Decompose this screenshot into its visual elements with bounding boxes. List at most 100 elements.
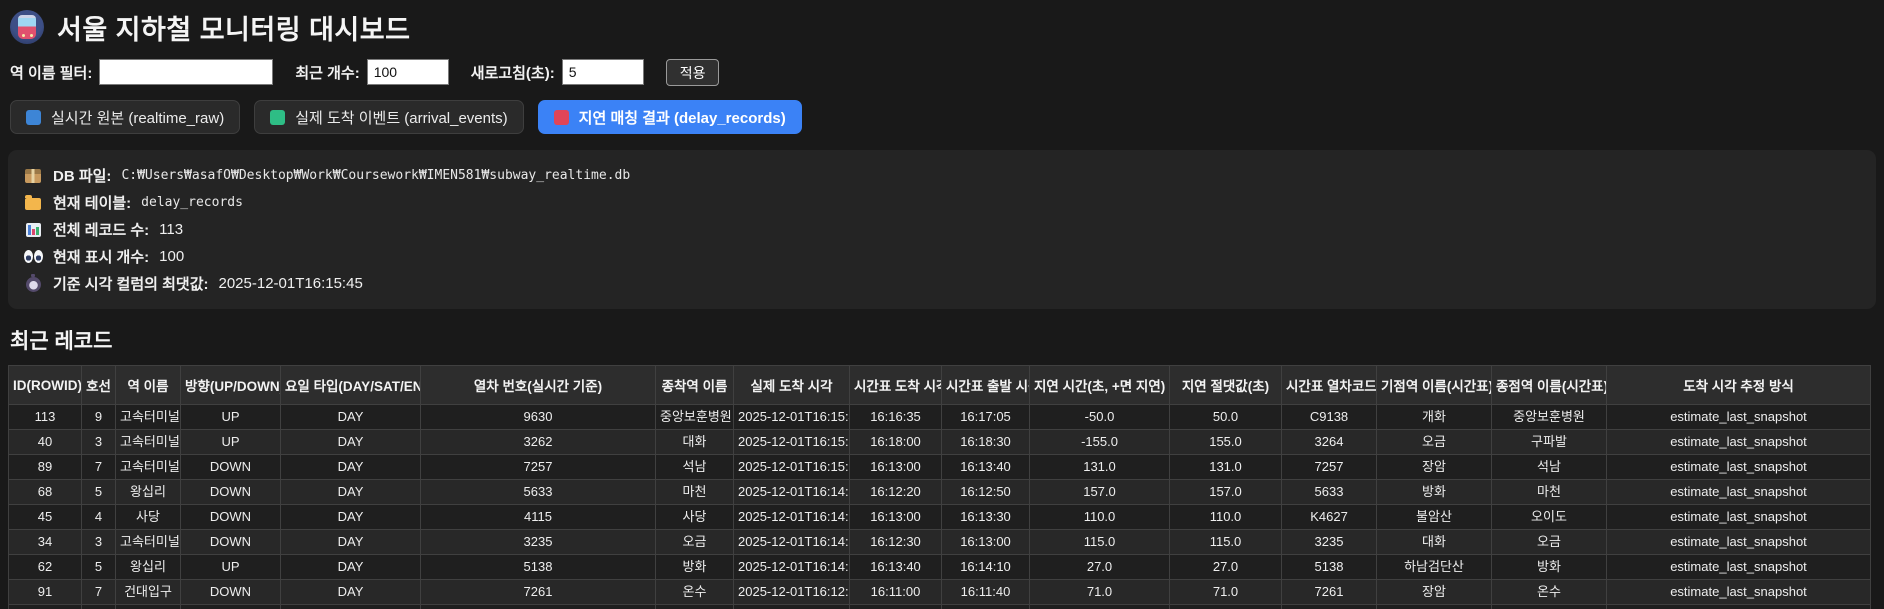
table-cell: 16:12:20 [850, 480, 942, 505]
column-header: 지연 절댓값(초) [1170, 366, 1282, 405]
table-cell: 방화 [656, 555, 734, 580]
table-cell: 3 [82, 530, 116, 555]
table-cell: 사당 [656, 505, 734, 530]
current-table-label: 현재 테이블: [53, 192, 131, 213]
column-header: 요일 타입(DAY/SAT/END) [281, 366, 421, 405]
table-cell: 3235 [1282, 530, 1377, 555]
table-cell: UP [181, 430, 281, 455]
table-row: 1139고속터미널UPDAY9630중앙보훈병원2025-12-01T16:15… [9, 405, 1871, 430]
table-cell: DAY [281, 580, 421, 605]
table-cell: estimate_last_snapshot [1607, 505, 1871, 530]
folder-icon [25, 198, 41, 210]
apply-button[interactable]: 적용 [666, 59, 720, 86]
table-cell: 5 [82, 555, 116, 580]
table-cell: 115.0 [1030, 530, 1170, 555]
table-cell: -155.0 [1030, 430, 1170, 455]
metro-train-lights [22, 34, 25, 37]
table-cell: 2025-12-01T16:14:50 [734, 505, 850, 530]
blue-square-icon [26, 110, 41, 125]
table-cell: estimate_last_snapshot [1607, 580, 1871, 605]
table-cell: 16:10:20 [850, 605, 942, 609]
table-cell: 16:13:00 [942, 530, 1030, 555]
records-table: ID(ROWID)호선역 이름방향(UP/DOWN)요일 타입(DAY/SAT/… [8, 365, 1871, 609]
table-cell: 오금 [656, 530, 734, 555]
table-cell: estimate_last_snapshot [1607, 480, 1871, 505]
table-cell: UP [181, 605, 281, 609]
table-cell: 5138 [421, 555, 656, 580]
table-cell: 2025-12-01T16:14:07 [734, 555, 850, 580]
table-cell: 2025-12-01T16:14:57 [734, 480, 850, 505]
bar-chart-icon [26, 223, 41, 237]
table-cell: 91 [9, 580, 82, 605]
table-cell: 157.0 [1170, 480, 1282, 505]
recent-count-input[interactable] [367, 59, 449, 85]
table-cell: 오이도 [1492, 505, 1607, 530]
table-cell: 왕십리 [116, 480, 181, 505]
table-cell: 76 [9, 605, 82, 609]
table-cell: 155.0 [1170, 430, 1282, 455]
info-row-latest-timestamp: 기준 시각 컬럼의 최댓값: 2025-12-01T16:15:45 [23, 270, 1861, 297]
table-cell: 71.0 [1170, 580, 1282, 605]
table-cell: 고속터미널 [116, 455, 181, 480]
table-cell: DAY [281, 505, 421, 530]
table-cell: 중앙보훈병원 [656, 405, 734, 430]
table-cell: 7261 [1282, 580, 1377, 605]
table-cell: 7 [82, 605, 116, 609]
table-cell: 16:13:30 [942, 505, 1030, 530]
table-row: 625왕십리UPDAY5138방화2025-12-01T16:14:0716:1… [9, 555, 1871, 580]
metro-train-icon [10, 10, 44, 44]
table-cell: 오금 [1492, 530, 1607, 555]
table-cell: 온수 [1492, 580, 1607, 605]
table-header-row: ID(ROWID)호선역 이름방향(UP/DOWN)요일 타입(DAY/SAT/… [9, 366, 1871, 405]
tab-label: 실시간 원본 (realtime_raw) [51, 107, 224, 128]
table-cell: estimate_last_snapshot [1607, 555, 1871, 580]
table-cell: 16:11:00 [850, 580, 942, 605]
controls-bar: 역 이름 필터: 최근 개수: 새로고침(초): 적용 [10, 58, 1876, 86]
table-cell: 장암 [1377, 580, 1492, 605]
green-square-icon [270, 110, 285, 125]
tab-realtime-raw[interactable]: 실시간 원본 (realtime_raw) [10, 100, 240, 134]
recent-count-label: 최근 개수: [295, 62, 359, 83]
red-square-icon [554, 110, 569, 125]
table-cell: 온수 [1377, 605, 1492, 609]
table-row: 343고속터미널DOWNDAY3235오금2025-12-01T16:14:25… [9, 530, 1871, 555]
tab-arrival-events[interactable]: 실제 도착 이벤트 (arrival_events) [254, 100, 523, 134]
table-cell: 방화 [1377, 480, 1492, 505]
table-cell: DOWN [181, 505, 281, 530]
page-title: 서울 지하철 모니터링 대시보드 [57, 8, 410, 47]
table-cell: 3264 [1282, 430, 1377, 455]
total-records-value: 113 [159, 221, 183, 238]
db-file-label: DB 파일: [53, 165, 111, 186]
table-cell: 62 [9, 555, 82, 580]
table-cell: 왕십리 [116, 555, 181, 580]
station-filter-input[interactable] [99, 59, 273, 85]
table-cell: 5 [82, 480, 116, 505]
table-cell: 2025-12-01T16:15:45 [734, 405, 850, 430]
shown-count-label: 현재 표시 개수: [53, 246, 149, 267]
tab-label: 실제 도착 이벤트 (arrival_events) [295, 107, 507, 128]
tab-delay-records[interactable]: 지연 매칭 결과 (delay_records) [538, 100, 802, 134]
table-cell: 7228 [421, 605, 656, 609]
table-cell: DAY [281, 455, 421, 480]
metro-train-body [18, 15, 36, 39]
column-header: 시간표 열차코드 [1282, 366, 1377, 405]
table-cell: 구파발 [1492, 430, 1607, 455]
table-cell: 27.0 [1030, 555, 1170, 580]
table-cell: 오금 [1377, 430, 1492, 455]
table-cell: C9138 [1282, 405, 1377, 430]
table-cell: 16:13:00 [850, 505, 942, 530]
table-cell: 5633 [421, 480, 656, 505]
table-cell: 113 [9, 405, 82, 430]
table-cell: 16:12:30 [850, 530, 942, 555]
eyes-icon [24, 250, 43, 263]
table-cell: 고속터미널 [116, 405, 181, 430]
table-cell: 16:13:40 [850, 555, 942, 580]
refresh-interval-input[interactable] [562, 59, 644, 85]
info-row-total-records: 전체 레코드 수: 113 [23, 216, 1861, 243]
table-cell: 대화 [656, 430, 734, 455]
table-cell: estimate_last_snapshot [1607, 430, 1871, 455]
table-cell: 개화 [1377, 405, 1492, 430]
table-cell: estimate_last_snapshot [1607, 455, 1871, 480]
table-cell: 석남 [1492, 455, 1607, 480]
table-cell: DOWN [181, 480, 281, 505]
